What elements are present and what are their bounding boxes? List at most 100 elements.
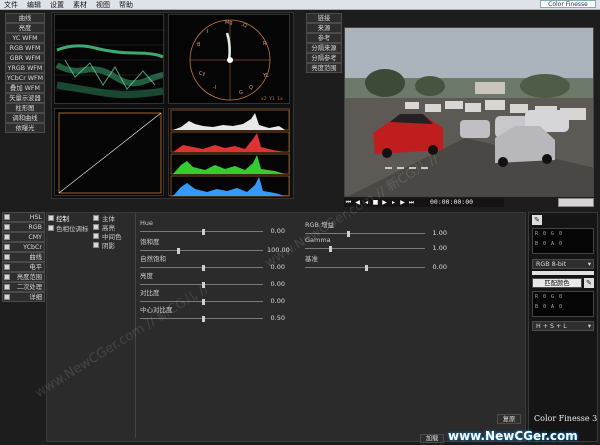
slider-hue-track[interactable] [140,228,263,235]
ycbcr-enable-checkbox[interactable] [4,244,10,250]
scope-btn-yrgb-wfm[interactable]: YRGB WFM [5,63,45,73]
range-midtones-checkbox[interactable] [93,232,99,239]
rgb-enable-checkbox[interactable] [4,224,10,230]
tab-link[interactable]: 链接 [306,13,342,23]
slider-contrast-center-thumb[interactable] [201,315,205,322]
range-list: 主体 高亮 中间色 阴影 [93,213,133,250]
slider-gamma-thumb[interactable] [329,245,332,252]
scope-btn-ycbcr-wfm[interactable]: YCbCr WFM [5,73,45,83]
luma-range-enable-checkbox[interactable] [4,274,10,280]
menu-edit[interactable]: 编辑 [27,0,41,10]
menu-file[interactable]: 文件 [4,0,18,10]
tab-split-reference[interactable]: 分隔参考 [306,53,342,63]
view-tools[interactable] [558,198,594,207]
slider-saturation[interactable]: 饱和度 100.00 [140,236,290,254]
match-mode-select[interactable]: H + S + L ▾ [532,321,594,331]
video-viewer[interactable] [344,27,594,197]
slider-vibrance[interactable]: 自然饱和 0.00 [140,253,285,271]
slider-vibrance-track[interactable] [140,264,263,271]
last-frame-icon[interactable]: ⏭ [407,199,416,207]
match-mode-value: H + S + L [536,323,567,330]
readout-2-a-val: 0 [559,241,563,247]
cmy-enable-checkbox[interactable] [4,234,10,240]
slider-pedestal-thumb[interactable] [365,264,368,271]
control-checkbox[interactable] [48,214,54,221]
match-eyedropper-icon[interactable]: ✎ [584,278,594,288]
menu-footage[interactable]: 素材 [73,0,87,10]
color-format-select[interactable]: RGB 8-bit ▾ [532,259,594,269]
menu-help[interactable]: 帮助 [119,0,133,10]
next-frame-icon[interactable]: ▸ [389,199,398,206]
range-highlights-checkbox[interactable] [93,223,99,230]
stop-icon[interactable]: ■ [371,199,380,206]
tab-control[interactable]: 控制 [48,213,88,223]
range-shadows[interactable]: 阴影 [93,240,133,250]
slider-rgb-gain-track[interactable] [305,230,425,237]
slider-contrast-center[interactable]: 中心对比度 0.50 [140,304,285,322]
scope-btn-histogram[interactable]: 柱形图 [5,103,45,113]
prev-key-icon[interactable]: ◀ [353,199,362,206]
scope-btn-yc-wfm[interactable]: YC WFM [5,33,45,43]
slider-brightness[interactable]: 亮度 0.00 [140,270,285,288]
tab-hsl[interactable]: HSL [2,212,45,222]
slider-rgb-gain[interactable]: RGB 增益 1.00 [305,219,447,237]
slider-pedestal-value[interactable]: 0.00 [429,263,447,271]
tab-hue-offset[interactable]: 色相位调标 [48,223,93,233]
reset-button[interactable]: 复原 [497,414,521,424]
match-color-button[interactable]: 匹配颜色 [532,278,582,288]
next-key-icon[interactable]: ▶ [398,199,407,206]
menu-settings[interactable]: 设置 [50,0,64,10]
scope-btn-vectorscope[interactable]: 矢量示波器 [5,93,45,103]
levels-enable-checkbox[interactable] [4,264,10,270]
tab-luma-range[interactable]: 亮度范围 [306,63,342,73]
scope-btn-curves[interactable]: 曲线 [5,13,45,23]
slider-saturation-track[interactable] [140,247,263,254]
tab-luma-range-correction[interactable]: 亮度范围 [2,272,45,282]
slider-pedestal-track[interactable] [305,264,425,271]
scope-btn-exposure[interactable]: 依曝光 [5,123,45,133]
scope-btn-luma[interactable]: 亮度 [5,23,45,33]
eyedropper-icon[interactable]: ✎ [532,215,542,225]
slider-contrast[interactable]: 对比度 0.00 [140,287,285,305]
slider-gamma-track[interactable] [305,245,425,252]
hsl-enable-checkbox[interactable] [4,214,10,220]
load-button[interactable]: 加载 [420,434,444,443]
tab-detail[interactable]: 详细 [2,292,45,302]
slider-rgb-gain-label: RGB 增益 [305,221,335,229]
scope-btn-overlay-wfm[interactable]: 叠加 WFM [5,83,45,93]
scope-btn-gbr-wfm[interactable]: GBR WFM [5,53,45,63]
scope-btn-rgb-wfm[interactable]: RGB WFM [5,43,45,53]
menu-view[interactable]: 视图 [96,0,110,10]
range-master-checkbox[interactable] [93,214,99,221]
slider-pedestal[interactable]: 基准 0.00 [305,253,447,271]
slider-brightness-track[interactable] [140,281,263,288]
prev-frame-icon[interactable]: ◂ [362,199,371,206]
slider-gamma[interactable]: Gamma 1.00 [305,236,447,252]
tab-reference[interactable]: 参考 [306,33,342,43]
tab-rgb[interactable]: RGB [2,222,45,232]
waveform-trace [55,29,165,99]
tab-source[interactable]: 来源 [306,23,342,33]
tab-levels[interactable]: 电平 [2,262,45,272]
play-icon[interactable]: ▶ [380,199,389,206]
slider-hue-value[interactable]: 0.00 [267,227,285,235]
slider-contrast-center-track[interactable] [140,315,263,322]
slider-contrast-track[interactable] [140,298,263,305]
detail-enable-checkbox[interactable] [4,294,10,300]
hue-offset-checkbox[interactable] [48,224,54,231]
tab-split-source[interactable]: 分隔来源 [306,43,342,53]
tab-secondary[interactable]: 二次处理 [2,282,45,292]
divider [135,213,136,438]
scope-btn-curves-blend[interactable]: 调和曲线 [5,113,45,123]
curves-enable-checkbox[interactable] [4,254,10,260]
slider-hue[interactable]: Hue 0.00 [140,219,285,235]
secondary-enable-checkbox[interactable] [4,284,10,290]
first-frame-icon[interactable]: ⏮ [344,199,353,207]
slider-gamma-value[interactable]: 1.00 [429,244,447,252]
tab-ycbcr[interactable]: YCbCr [2,242,45,252]
tab-cmy[interactable]: CMY [2,232,45,242]
range-shadows-checkbox[interactable] [93,241,99,248]
slider-contrast-center-value[interactable]: 0.50 [267,314,285,322]
tab-curves[interactable]: 曲线 [2,252,45,262]
slider-hue-thumb[interactable] [201,228,205,235]
